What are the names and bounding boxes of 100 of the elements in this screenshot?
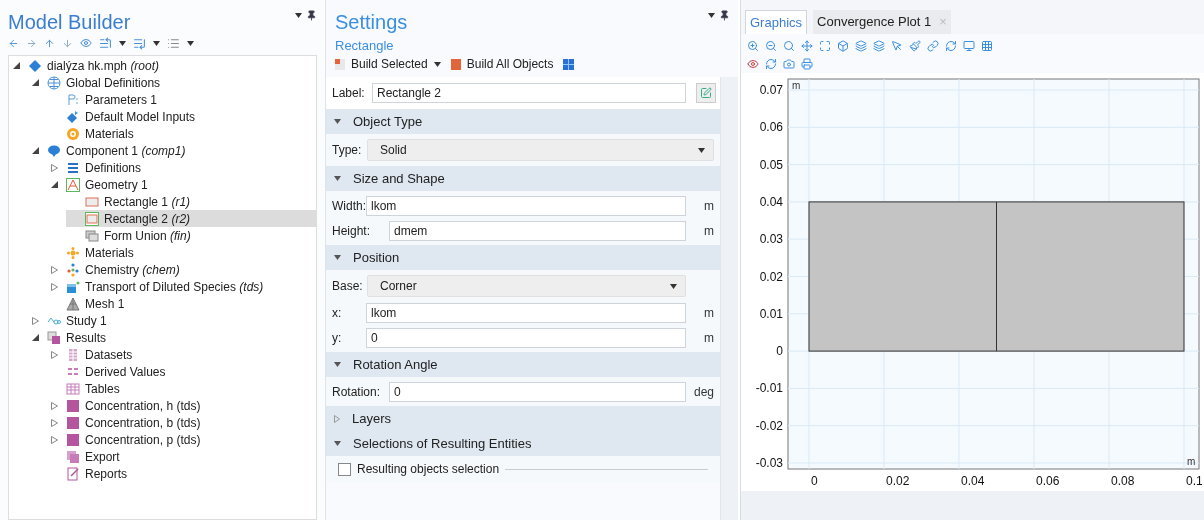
text-field[interactable]: lkom [366,302,686,323]
expanded-triangle-icon[interactable] [50,181,58,188]
section-header[interactable]: Object Type [326,109,720,134]
tree-item[interactable]: Chemistry (chem) [47,261,316,278]
refresh-icon[interactable] [765,58,777,70]
results-icon [47,330,61,345]
tick-label: -0.02 [755,418,783,433]
box-icon[interactable] [837,40,849,52]
checkbox[interactable] [338,462,351,476]
toolbar-button[interactable]: Build Selected [351,55,441,73]
collapsed-triangle-icon[interactable] [50,163,58,172]
tree-item[interactable]: Mesh 1 [47,295,316,312]
down-arrow-icon[interactable] [62,37,73,49]
link-icon[interactable] [927,40,939,52]
tree-item[interactable]: Datasets [47,346,316,363]
layers-icon[interactable] [873,40,885,52]
dropdown[interactable]: Solid [367,139,714,161]
text-field[interactable]: 0 [389,381,686,402]
section-header[interactable]: Rotation Angle [326,352,720,377]
text-field[interactable]: Rectangle 2 [372,83,686,103]
expanded-triangle-icon[interactable] [31,79,39,86]
collapsed-triangle-icon[interactable] [50,418,58,427]
tree-item[interactable]: Concentration, h (tds) [47,397,316,414]
section-header[interactable]: Size and Shape [326,166,720,191]
tree-item[interactable]: Rectangle 2 (r2) [66,210,316,227]
printer-icon[interactable] [801,58,813,70]
expanded-triangle-icon[interactable] [12,62,20,69]
layers-icon[interactable] [855,40,867,52]
grid-icon[interactable] [981,40,993,52]
tree-item[interactable]: Parameters 1 [47,91,316,108]
tree-item[interactable]: Derived Values [47,363,316,380]
zoom-out-icon[interactable] [765,40,777,52]
tree-item[interactable]: Results [28,329,316,346]
back-arrow-icon[interactable] [8,37,19,49]
tab[interactable]: Convergence Plot 1 × [813,10,951,34]
tree-item[interactable]: Materials [47,125,316,142]
tree-item[interactable]: Export [47,448,316,465]
zoom-in-icon[interactable] [747,40,759,52]
tree-item[interactable]: Definitions [47,159,316,176]
eye-icon[interactable] [80,37,92,49]
tree-item[interactable]: Global Definitions [28,74,316,91]
collapsed-triangle-icon[interactable] [50,350,58,359]
axis-unit: m [792,80,801,91]
expanded-triangle-icon[interactable] [31,334,39,341]
tree-item[interactable]: Reports [47,465,316,482]
collapsed-triangle-icon[interactable] [50,435,58,444]
tree-item[interactable]: Component 1 (comp1) [28,142,316,159]
tree-item[interactable]: Form Union (fin) [66,227,316,244]
pin-icon[interactable] [306,10,317,21]
caret-icon [295,13,302,18]
field-label: Label: [332,85,366,102]
collapsed-triangle-icon[interactable] [50,282,58,291]
tree-item[interactable]: Geometry 1 [47,176,316,193]
forward-arrow-icon[interactable] [26,37,37,49]
tree-item[interactable]: Study 1 [28,312,316,329]
tick-label: 0.1 [1186,474,1203,488]
tick-label: 0.01 [759,306,783,321]
list-icon[interactable] [167,36,180,50]
monitor-icon[interactable] [963,40,975,52]
section-header[interactable]: Position [326,245,720,270]
eye-icon[interactable] [747,58,759,70]
grid-icon[interactable] [563,58,575,70]
diamond-flag-icon [66,109,80,124]
list-icon[interactable] [99,36,112,50]
move-icon[interactable] [801,40,813,52]
build-icon [335,58,345,70]
text-field[interactable]: dmem [389,220,686,241]
section-header[interactable]: Selections of Resulting Entities [326,431,720,456]
tree-item[interactable]: Concentration, p (tds) [47,431,316,448]
collapsed-triangle-icon[interactable] [31,316,39,325]
search-icon[interactable] [783,40,795,52]
tree-item[interactable]: Transport of Diluted Species (tds) [47,278,316,295]
camera-icon[interactable] [783,58,795,70]
brush-icon[interactable] [909,40,921,52]
collapsed-triangle-icon[interactable] [50,401,58,410]
label-button[interactable] [696,83,716,103]
tree-item[interactable]: Rectangle 1 (r1) [66,193,316,210]
tree-item[interactable]: Materials [47,244,316,261]
materials-icon [66,126,80,141]
pin-icon[interactable] [719,10,730,21]
section-header[interactable]: Layers [326,406,720,431]
tree-item[interactable]: Concentration, b (tds) [47,414,316,431]
toolbar-button[interactable]: Build All Objects [466,55,554,73]
tree-item[interactable]: Default Model Inputs [47,108,316,125]
unit-label: m [703,329,714,347]
pointer-icon[interactable] [891,40,903,52]
dropdown[interactable]: Corner [367,275,686,297]
text-field[interactable]: lkom [366,195,686,216]
expanded-triangle-icon[interactable] [31,147,39,154]
refresh-icon[interactable] [945,40,957,52]
maximize-icon[interactable] [819,40,831,52]
up-arrow-icon[interactable] [44,37,55,49]
collapsed-triangle-icon[interactable] [50,265,58,274]
list-icon[interactable] [133,36,146,50]
field-label: Height: [332,222,372,240]
tree-item[interactable]: Tables [47,380,316,397]
tree-item[interactable]: dialýza hk.mph (root) [9,57,316,74]
text-field[interactable]: 0 [366,327,686,348]
tab[interactable]: Graphics [745,10,808,34]
tick-label: 0.07 [759,83,783,97]
